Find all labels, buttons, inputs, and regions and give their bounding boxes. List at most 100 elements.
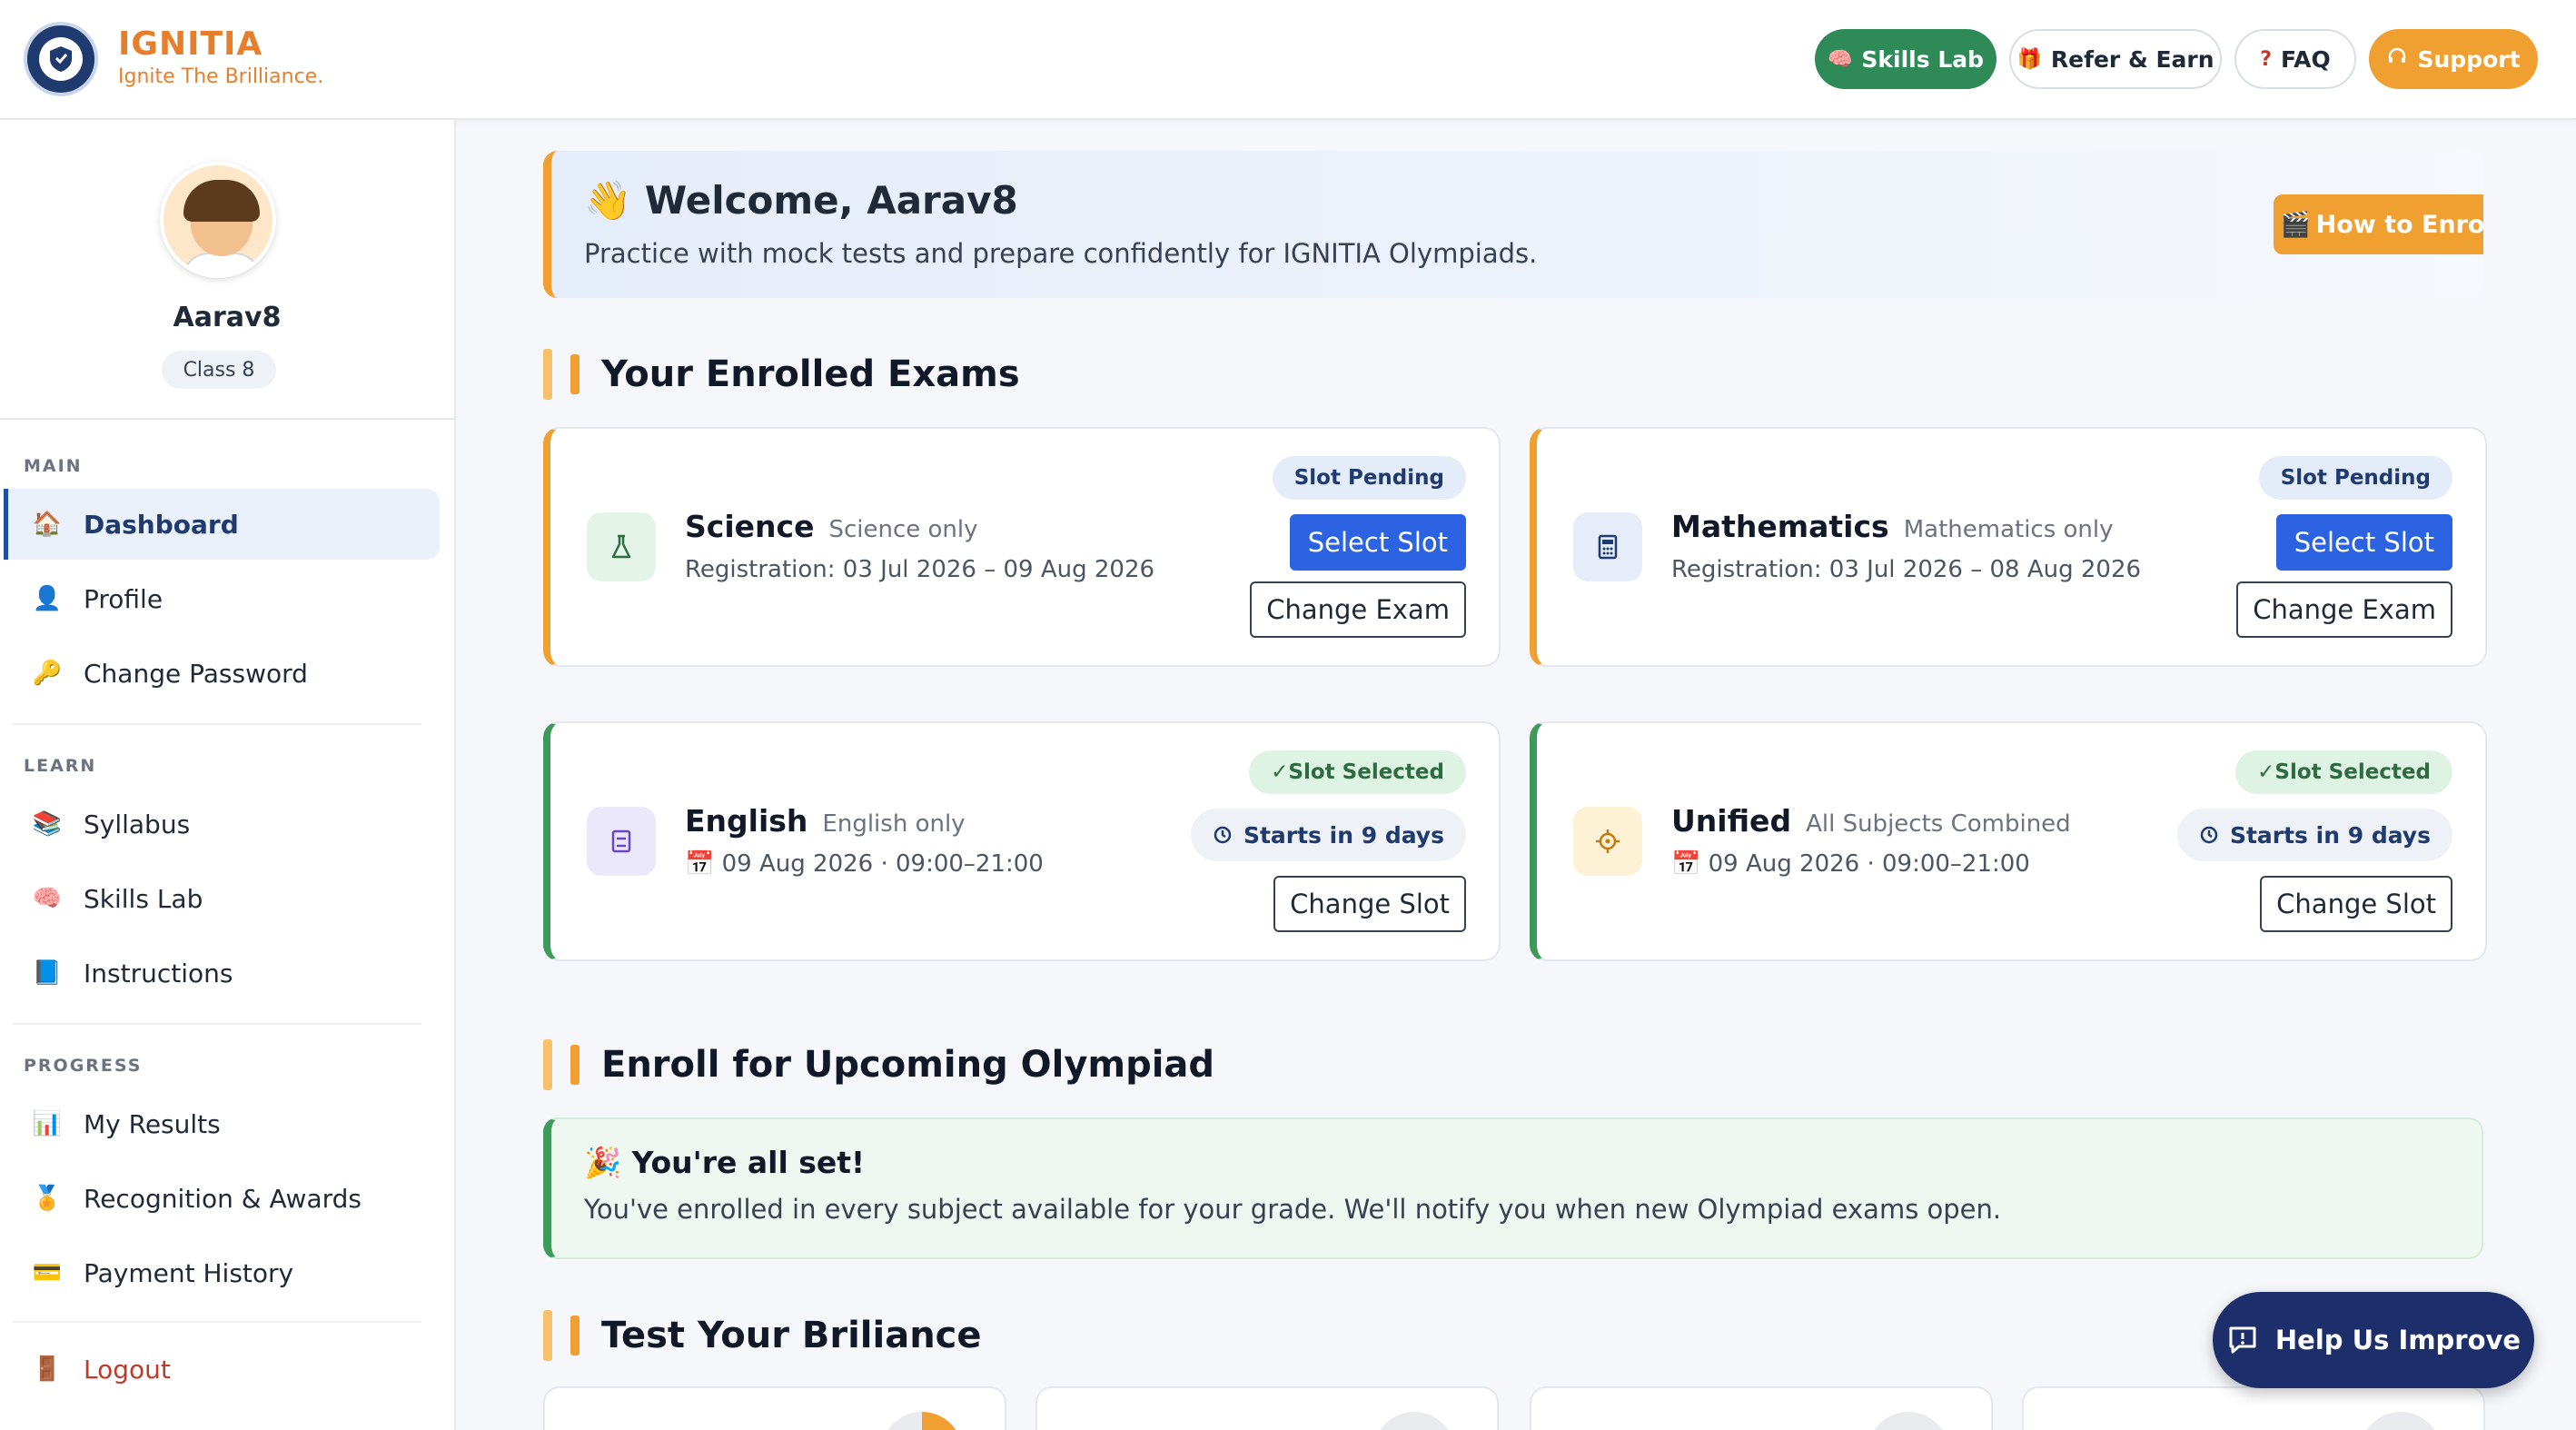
user-icon: 👤 bbox=[32, 585, 63, 612]
sidebar-item-skills-lab[interactable]: 🧠 Skills Lab bbox=[4, 863, 440, 934]
exam-card-unified: Unified All Subjects Combined 📅 09 Aug 20… bbox=[1530, 721, 2487, 961]
status-badge: ✓Slot Selected bbox=[2235, 750, 2452, 794]
medal-icon: 🏅 bbox=[32, 1185, 63, 1212]
sidebar-item-label: Instructions bbox=[84, 958, 233, 988]
calendar-icon: 📅 bbox=[1671, 850, 1701, 878]
sidebar-item-label: My Results bbox=[84, 1108, 221, 1139]
change-exam-button[interactable]: Change Exam bbox=[2236, 581, 2452, 638]
accent-bar bbox=[570, 1316, 580, 1356]
progress-ring bbox=[2360, 1412, 2442, 1430]
section-enrolled-exams: Your Enrolled Exams bbox=[543, 349, 1020, 400]
clapper-icon: 🎬 bbox=[2279, 211, 2311, 239]
change-exam-button[interactable]: Change Exam bbox=[1250, 581, 1466, 638]
exam-title: Unified bbox=[1671, 803, 1792, 839]
exam-title: English bbox=[685, 803, 808, 839]
sidebar-item-my-results[interactable]: 📊 My Results bbox=[4, 1088, 440, 1159]
sidebar-item-recognition-awards[interactable]: 🏅 Recognition & Awards bbox=[4, 1163, 440, 1234]
progress-ring bbox=[881, 1412, 963, 1430]
welcome-banner: 👋 Welcome, Aarav8 Practice with mock tes… bbox=[543, 151, 2483, 298]
profile-header: Aarav8 Class 8 bbox=[0, 120, 454, 420]
sidebar-item-profile[interactable]: 👤 Profile bbox=[4, 563, 440, 634]
sidebar-item-syllabus[interactable]: 📚 Syllabus bbox=[4, 789, 440, 859]
feedback-icon bbox=[2229, 1326, 2256, 1354]
exam-scope: Mathematics only bbox=[1903, 516, 2114, 543]
divider bbox=[13, 1023, 421, 1025]
notebook-icon bbox=[587, 807, 656, 876]
door-icon: 🚪 bbox=[32, 1356, 63, 1383]
help-us-improve-button[interactable]: Help Us Improve bbox=[2213, 1292, 2534, 1388]
nav-section-main: MAIN bbox=[24, 456, 83, 476]
exam-name: Science Science only bbox=[685, 509, 978, 544]
exam-schedule-text: 09 Aug 2026 · 09:00–21:00 bbox=[1708, 850, 2030, 878]
refer-earn-button[interactable]: 🎁 Refer & Earn bbox=[2009, 29, 2222, 89]
skills-lab-button[interactable]: 🧠 Skills Lab bbox=[1815, 29, 1996, 89]
gift-icon: 🎁 bbox=[2016, 47, 2042, 71]
accent-bar bbox=[570, 354, 580, 394]
exam-registration: Registration: 03 Jul 2026 – 09 Aug 2026 bbox=[685, 556, 1155, 583]
exam-name: Mathematics Mathematics only bbox=[1671, 509, 2114, 544]
faq-button[interactable]: ? FAQ bbox=[2234, 29, 2356, 89]
change-slot-button[interactable]: Change Slot bbox=[2260, 876, 2452, 932]
avatar-body bbox=[182, 253, 262, 274]
section-title: Enroll for Upcoming Olympiad bbox=[601, 1044, 1215, 1086]
sidebar-item-label: Payment History bbox=[84, 1257, 294, 1288]
brain-icon: 🧠 bbox=[1827, 47, 1853, 71]
section-title: Your Enrolled Exams bbox=[601, 353, 1020, 395]
brilliance-card[interactable] bbox=[1035, 1386, 1499, 1430]
nav-section-progress: PROGRESS bbox=[24, 1056, 143, 1076]
exam-card-mathematics: Mathematics Mathematics only Registration… bbox=[1530, 427, 2487, 667]
sidebar-item-change-password[interactable]: 🔑 Change Password bbox=[4, 638, 440, 709]
exam-name: English English only bbox=[685, 803, 966, 839]
avatar[interactable] bbox=[160, 162, 276, 278]
party-icon: 🎉 bbox=[584, 1145, 622, 1180]
sidebar-item-label: Logout bbox=[84, 1354, 171, 1385]
brilliance-card[interactable] bbox=[543, 1386, 1006, 1430]
accent-bar bbox=[543, 1039, 552, 1090]
clock-icon bbox=[2200, 826, 2218, 844]
brilliance-card[interactable] bbox=[2022, 1386, 2485, 1430]
sidebar-item-label: Dashboard bbox=[84, 509, 239, 540]
sidebar: Aarav8 Class 8 MAIN 🏠 Dashboard 👤 Profil… bbox=[0, 120, 456, 1430]
brand-logo[interactable] bbox=[24, 22, 98, 96]
change-slot-button[interactable]: Change Slot bbox=[1273, 876, 1466, 932]
headset-icon bbox=[2386, 45, 2408, 73]
section-title: Test Your Briliance bbox=[601, 1315, 982, 1356]
support-label: Support bbox=[2417, 45, 2521, 73]
avatar-hair bbox=[183, 180, 260, 222]
all-set-title-text: You're all set! bbox=[631, 1145, 866, 1180]
exam-schedule: 📅 09 Aug 2026 · 09:00–21:00 bbox=[1671, 850, 2030, 878]
status-badge: Slot Pending bbox=[2258, 456, 2452, 500]
status-badge: Slot Pending bbox=[1272, 456, 1466, 500]
select-slot-button[interactable]: Select Slot bbox=[1289, 514, 1466, 571]
accent-bar bbox=[570, 1045, 580, 1085]
calculator-icon bbox=[1573, 512, 1642, 581]
welcome-title-text: Welcome, Aarav8 bbox=[644, 178, 1018, 223]
refer-earn-label: Refer & Earn bbox=[2050, 45, 2214, 73]
exam-title: Mathematics bbox=[1671, 509, 1889, 544]
sidebar-item-label: Syllabus bbox=[84, 809, 191, 839]
how-to-enroll-button[interactable]: 🎬 How to Enroll bbox=[2274, 194, 2483, 254]
exam-registration: Registration: 03 Jul 2026 – 08 Aug 2026 bbox=[1671, 556, 2142, 583]
sidebar-item-label: Skills Lab bbox=[84, 883, 203, 914]
how-to-enroll-label: How to Enroll bbox=[2315, 210, 2483, 239]
flask-icon bbox=[587, 512, 656, 581]
exam-card-science: Science Science only Registration: 03 Jul… bbox=[543, 427, 1501, 667]
brand-name: IGNITIA bbox=[118, 25, 263, 63]
sidebar-item-logout[interactable]: 🚪 Logout bbox=[4, 1334, 440, 1405]
brand-tagline: Ignite The Brilliance. bbox=[118, 65, 324, 88]
sidebar-item-instructions[interactable]: 📘 Instructions bbox=[4, 938, 440, 1008]
sidebar-item-payment-history[interactable]: 💳 Payment History bbox=[4, 1237, 440, 1308]
support-button[interactable]: Support bbox=[2369, 29, 2538, 89]
shield-icon bbox=[39, 37, 83, 81]
brain-icon: 🧠 bbox=[32, 885, 63, 912]
select-slot-button[interactable]: Select Slot bbox=[2275, 514, 2452, 571]
wave-icon: 👋 bbox=[584, 178, 632, 223]
top-bar: IGNITIA Ignite The Brilliance. 🧠 Skills … bbox=[0, 0, 2576, 120]
bar-chart-icon: 📊 bbox=[32, 1110, 63, 1137]
countdown-pill: Starts in 9 days bbox=[1190, 809, 1466, 861]
brilliance-card[interactable] bbox=[1530, 1386, 1993, 1430]
faq-label: FAQ bbox=[2280, 45, 2331, 73]
sidebar-item-dashboard[interactable]: 🏠 Dashboard bbox=[4, 489, 440, 560]
welcome-subtitle: Practice with mock tests and prepare con… bbox=[584, 238, 1538, 269]
welcome-title: 👋 Welcome, Aarav8 bbox=[584, 178, 1018, 223]
